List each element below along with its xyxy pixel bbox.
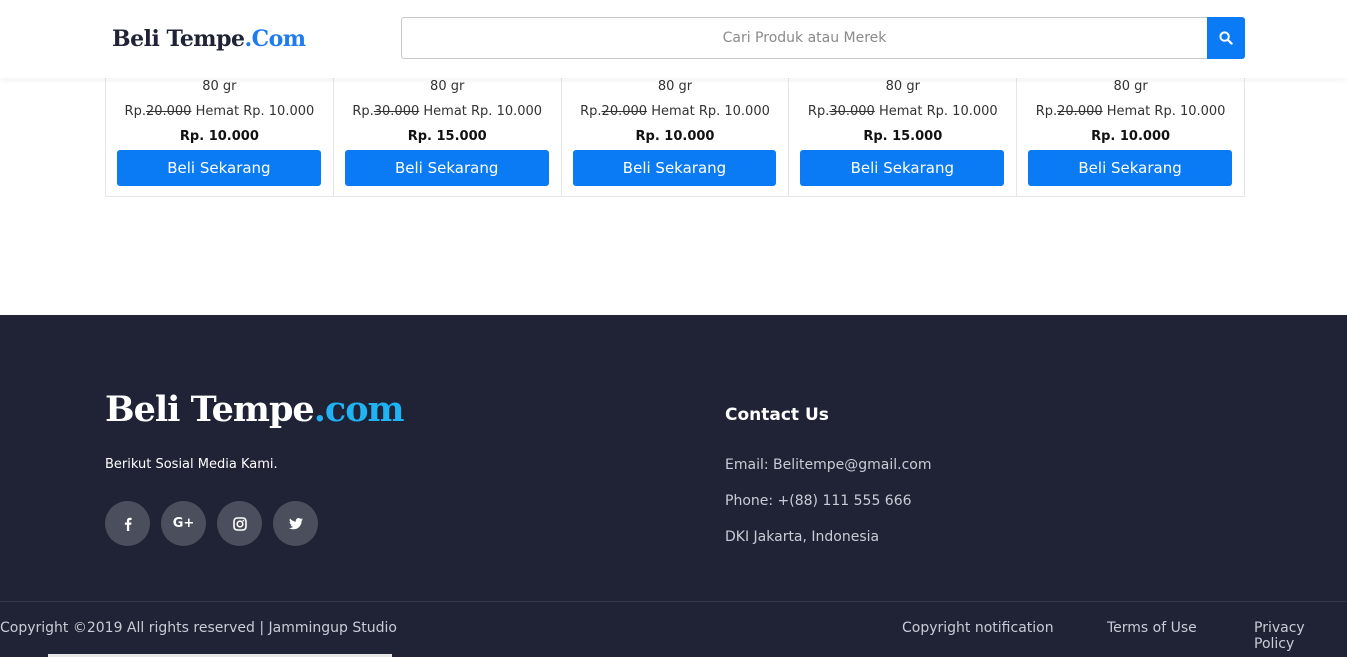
price-prefix: Rp. (352, 104, 374, 119)
price-prefix: Rp. (807, 104, 830, 119)
contact-address: DKI Jakarta, Indonesia (725, 529, 880, 545)
logo-main-text: Beli Tempe (112, 26, 245, 52)
product-weight: 80 gr (657, 79, 693, 94)
final-price: Rp. 15.000 (863, 129, 943, 144)
product-price-line: Rp.30.000 Hemat Rp. 10.000 (789, 104, 1016, 119)
footer-logo-accent: .com (313, 389, 405, 430)
product-price-line: Rp.20.000 Hemat Rp. 10.000 (1017, 104, 1244, 119)
product-grid: 80 gr Rp.20.000 Hemat Rp. 10.000 Rp. 10.… (105, 70, 1245, 197)
search-bar (401, 17, 1245, 59)
instagram-button[interactable] (217, 501, 262, 546)
price-prefix: Rp. (1035, 104, 1058, 119)
contact-email: Email: Belitempe@gmail.com (725, 457, 932, 473)
privacy-policy-link[interactable]: Privacy Policy (1254, 620, 1347, 652)
saving-text: Hemat Rp. 10.000 (651, 104, 770, 119)
final-price: Rp. 10.000 (1091, 129, 1171, 144)
facebook-button[interactable] (105, 501, 150, 546)
search-input[interactable] (401, 17, 1207, 59)
footer-logo-main: Beli Tempe (105, 389, 315, 430)
google-plus-icon: G+ (172, 516, 195, 531)
footer-logo[interactable]: Beli Tempe.com (105, 389, 405, 430)
social-links: G+ (105, 501, 318, 546)
price-prefix: Rp. (580, 104, 602, 119)
product-price-line: Rp.20.000 Hemat Rp. 10.000 (106, 104, 333, 119)
contact-phone: Phone: +(88) 111 555 666 (725, 493, 912, 509)
original-price: 20.000 (145, 104, 192, 119)
saving-text: Hemat Rp. 10.000 (195, 104, 315, 119)
original-price: 20.000 (1057, 104, 1103, 119)
contact-title: Contact Us (725, 405, 829, 425)
saving-text: Hemat Rp. 10.000 (1106, 104, 1226, 119)
product-card: 80 gr Rp.30.000 Hemat Rp. 10.000 Rp. 15.… (789, 70, 1018, 196)
original-price: 30.000 (829, 104, 875, 119)
twitter-icon (288, 517, 303, 529)
product-weight: 80 gr (430, 79, 465, 94)
product-weight: 80 gr (202, 79, 237, 94)
instagram-icon (232, 516, 247, 531)
facebook-icon (124, 517, 132, 531)
product-price-line: Rp.30.000 Hemat Rp. 10.000 (334, 104, 561, 119)
logo-accent-text: .Com (244, 26, 306, 52)
original-price: 30.000 (373, 104, 420, 119)
buy-now-button[interactable]: Beli Sekarang (1028, 150, 1232, 186)
buy-now-button[interactable]: Beli Sekarang (117, 150, 321, 186)
footer-divider (0, 601, 1347, 602)
copyright-notification-link[interactable]: Copyright notification (902, 620, 1054, 636)
product-card: 80 gr Rp.20.000 Hemat Rp. 10.000 Rp. 10.… (1017, 70, 1244, 196)
site-footer: Beli Tempe.com Berikut Sosial Media Kami… (0, 315, 1347, 657)
twitter-button[interactable] (273, 501, 318, 546)
product-price-line: Rp.20.000 Hemat Rp. 10.000 (562, 104, 789, 119)
site-logo[interactable]: Beli Tempe.Com (112, 26, 306, 52)
buy-now-button[interactable]: Beli Sekarang (800, 150, 1005, 186)
product-card: 80 gr Rp.30.000 Hemat Rp. 10.000 Rp. 15.… (334, 70, 562, 196)
product-card: 80 gr Rp.20.000 Hemat Rp. 10.000 Rp. 10.… (562, 70, 790, 196)
footer-tagline: Berikut Sosial Media Kami. (105, 457, 278, 472)
final-price: Rp. 10.000 (635, 129, 715, 144)
terms-of-use-link[interactable]: Terms of Use (1107, 620, 1197, 636)
site-header: Beli Tempe.Com (0, 0, 1347, 78)
product-weight: 80 gr (1113, 79, 1148, 94)
saving-text: Hemat Rp. 10.000 (423, 104, 543, 119)
search-button[interactable] (1207, 17, 1245, 59)
google-plus-button[interactable]: G+ (161, 501, 206, 546)
product-weight: 80 gr (885, 79, 920, 94)
original-price: 20.000 (601, 104, 648, 119)
buy-now-button[interactable]: Beli Sekarang (344, 150, 549, 186)
saving-text: Hemat Rp. 10.000 (878, 104, 998, 119)
final-price: Rp. 10.000 (179, 129, 259, 144)
final-price: Rp. 15.000 (407, 129, 487, 144)
product-card: 80 gr Rp.20.000 Hemat Rp. 10.000 Rp. 10.… (106, 70, 334, 196)
copyright-text: Copyright ©2019 All rights reserved | Ja… (0, 620, 397, 636)
search-icon (1219, 31, 1233, 45)
price-prefix: Rp. (124, 104, 146, 119)
buy-now-button[interactable]: Beli Sekarang (572, 150, 777, 186)
